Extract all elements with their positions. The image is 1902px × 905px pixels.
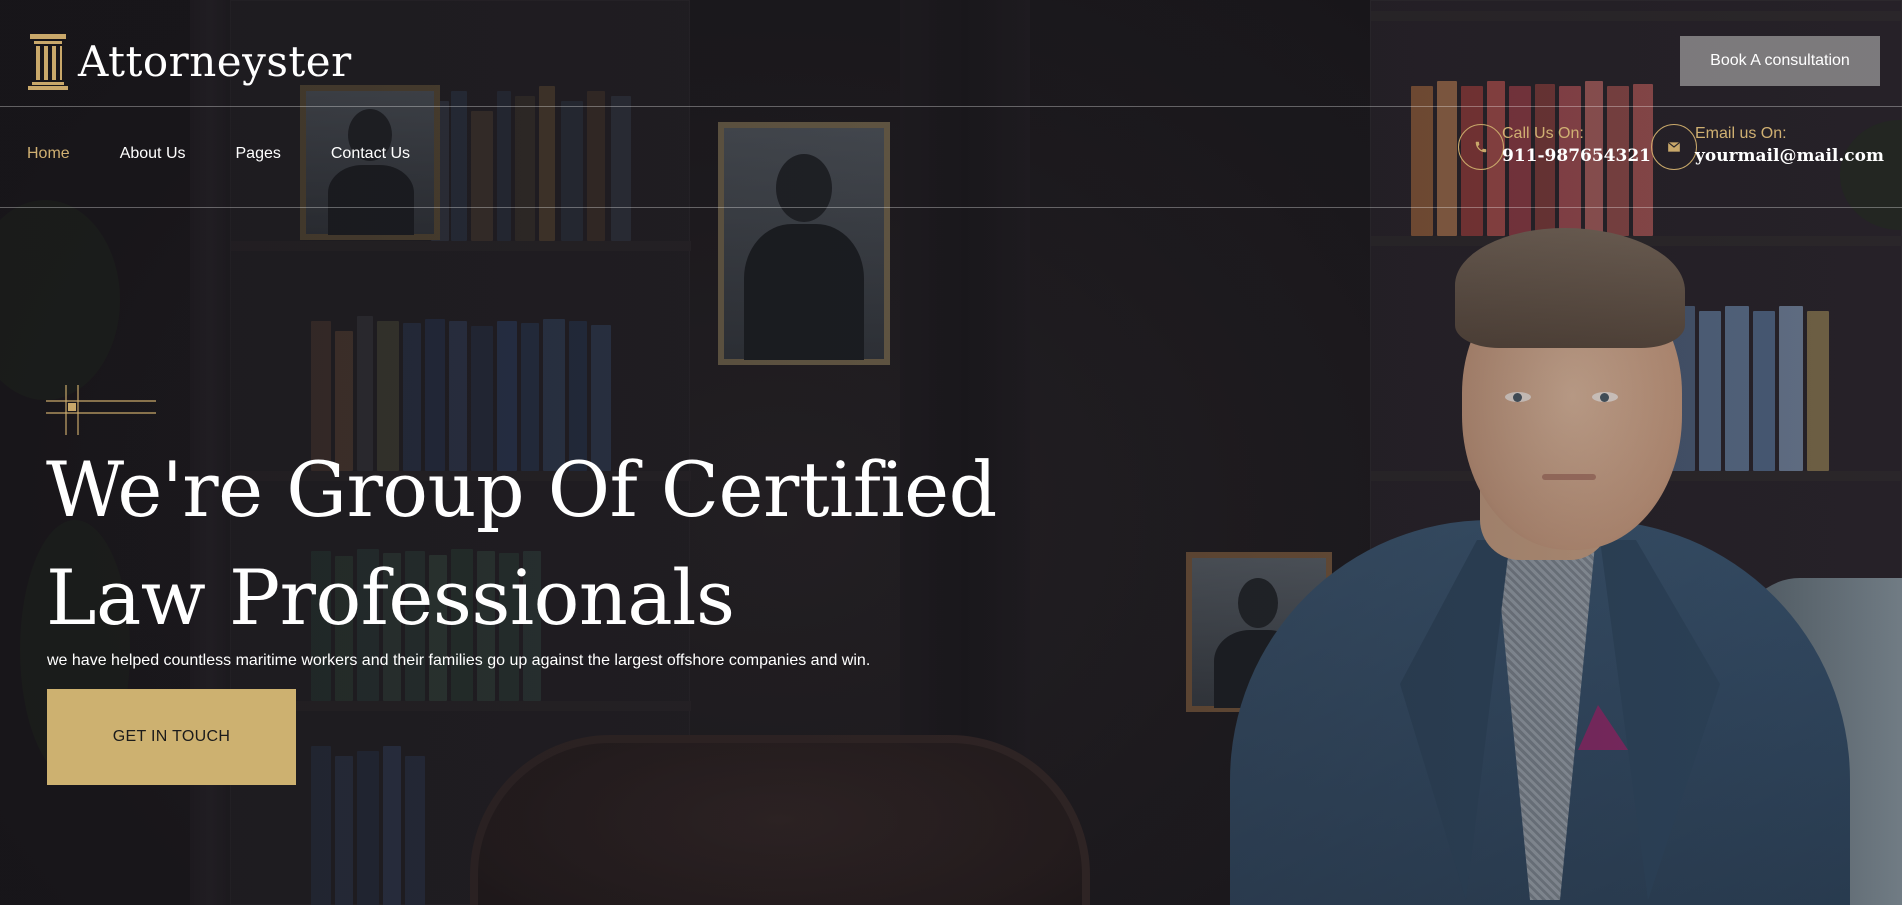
phone-icon xyxy=(1458,124,1504,170)
headline-line-1: We're Group Of Certified xyxy=(46,445,997,534)
email-label: Email us On: xyxy=(1695,125,1787,142)
leather-chair xyxy=(470,735,1090,905)
header-divider xyxy=(0,106,1902,107)
contact-email[interactable]: Email us On: yourmail@mail.com xyxy=(1651,124,1884,170)
email-address[interactable]: yourmail@mail.com xyxy=(1695,144,1884,168)
hero-subtext: we have helped countless maritime worker… xyxy=(47,652,871,669)
pillar-icon xyxy=(28,34,68,90)
site-logo[interactable]: Attorneyster xyxy=(26,32,352,90)
brand-name: Attorneyster xyxy=(78,36,352,86)
phone-label: Call Us On: xyxy=(1502,125,1584,142)
nav-item-contact-us[interactable]: Contact Us xyxy=(331,145,410,163)
mail-icon xyxy=(1651,124,1697,170)
hero-page: Attorneyster Book A consultation Home Ab… xyxy=(0,0,1902,905)
phone-number[interactable]: 911-987654321 xyxy=(1502,144,1651,168)
office-chair xyxy=(1740,578,1902,905)
get-in-touch-button[interactable]: GET IN TOUCH xyxy=(47,689,296,785)
main-nav: Home About Us Pages Contact Us xyxy=(27,145,460,163)
nav-item-about-us[interactable]: About Us xyxy=(120,145,186,163)
nav-item-home[interactable]: Home xyxy=(27,145,70,163)
nav-item-pages[interactable]: Pages xyxy=(236,145,281,163)
book-consultation-button[interactable]: Book A consultation xyxy=(1680,36,1880,86)
contact-phone[interactable]: Call Us On: 911-987654321 xyxy=(1458,124,1651,170)
nav-divider xyxy=(0,207,1902,208)
hero-headline: We're Group Of Certified Law Professiona… xyxy=(46,436,997,652)
portrait-frame xyxy=(718,122,890,365)
headline-line-2: Law Professionals xyxy=(46,553,735,642)
gold-ornament-icon xyxy=(46,385,156,435)
plant xyxy=(0,200,120,400)
portrait-frame xyxy=(1186,552,1332,712)
